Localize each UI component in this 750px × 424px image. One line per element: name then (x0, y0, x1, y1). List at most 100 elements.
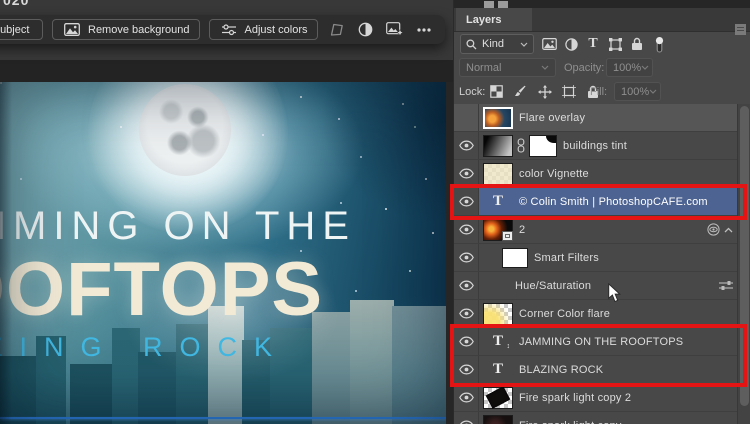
layer-name[interactable]: Flare overlay (519, 112, 585, 124)
layer-thumbnail[interactable] (483, 386, 513, 409)
lock-brush-icon[interactable] (511, 82, 530, 101)
remove-background-button[interactable]: Remove background (52, 19, 200, 40)
layer-row-body[interactable]: Corner Color flare (479, 300, 738, 327)
document-canvas[interactable]: JAMMING ON THE ROOFTOPS BLAZING ROCK (0, 82, 446, 424)
eye-icon (458, 308, 474, 319)
building (312, 312, 352, 424)
layer-thumbnail[interactable] (483, 106, 513, 129)
shape-filter-icon[interactable] (604, 34, 626, 54)
layer-thumbnail[interactable] (502, 247, 528, 268)
layer-name[interactable]: © Colin Smith | PhotoshopCAFE.com (519, 196, 708, 208)
layer-name[interactable]: buildings tint (563, 140, 627, 152)
layer-row-body[interactable]: color Vignette (479, 160, 738, 187)
opacity-select[interactable]: 100% (606, 58, 653, 77)
layer-row[interactable]: Fire spark light copy (454, 412, 738, 424)
eye-icon (458, 224, 474, 235)
layer-name[interactable]: Corner Color flare (519, 308, 610, 320)
visibility-toggle[interactable] (454, 244, 479, 271)
visibility-toggle[interactable] (454, 412, 479, 424)
chevron-down-icon (641, 65, 649, 70)
visibility-toggle[interactable] (454, 132, 479, 159)
panel-scrollbar[interactable] (737, 104, 750, 424)
visibility-toggle[interactable] (454, 300, 479, 327)
poster-subtitle: BLAZING ROCK (0, 332, 290, 362)
layer-row[interactable]: color Vignette (454, 160, 738, 188)
layer-row-body[interactable]: Fire spark light copy 2 (479, 384, 738, 411)
visibility-toggle[interactable] (454, 272, 479, 299)
poster-title-line2: ROOFTOPS (0, 247, 324, 332)
warp-icon[interactable] (327, 20, 347, 40)
layer-row[interactable]: Corner Color flare (454, 300, 738, 328)
mouse-cursor-icon (607, 283, 621, 303)
building (208, 306, 244, 424)
chevron-down-icon (520, 42, 528, 47)
layer-row-body[interactable]: Fire spark light copy (479, 412, 738, 424)
adjust-sliders-icon[interactable] (719, 280, 733, 291)
eye-icon (458, 168, 474, 179)
layer-row[interactable]: Flare overlay (454, 104, 738, 132)
more-options-icon[interactable] (414, 20, 434, 40)
layer-row-body[interactable]: 2 (479, 216, 738, 243)
lock-transparency-icon[interactable] (487, 82, 506, 101)
layer-row[interactable]: Hue/Saturation (454, 272, 738, 300)
smart-object-filter-icon[interactable] (626, 34, 648, 54)
contrast-icon[interactable] (356, 20, 376, 40)
visibility-toggle[interactable] (454, 104, 479, 131)
layer-row[interactable]: Fire spark light copy 2 (454, 384, 738, 412)
layer-name[interactable]: JAMMING ON THE ROOFTOPS (519, 336, 683, 348)
layer-row-body[interactable]: Smart Filters (479, 244, 738, 271)
lock-artboard-icon[interactable] (559, 82, 578, 101)
layer-row-body[interactable]: Flare overlay (479, 104, 738, 131)
layer-thumbnail[interactable] (483, 414, 513, 424)
layer-row[interactable]: T © Colin Smith | PhotoshopCAFE.com (454, 188, 738, 216)
layer-row[interactable]: Smart Filters (454, 244, 738, 272)
layer-row-body[interactable]: T ↕ JAMMING ON THE ROOFTOPS (479, 328, 738, 355)
visibility-toggle[interactable] (454, 160, 479, 187)
filter-kind-select[interactable]: Kind (460, 34, 534, 54)
adjust-colors-button[interactable]: Adjust colors (208, 19, 318, 40)
layer-row[interactable]: 2 (454, 216, 738, 244)
layer-thumbnail[interactable] (483, 134, 513, 157)
layer-row-body[interactable]: T © Colin Smith | PhotoshopCAFE.com (479, 188, 738, 215)
layer-name[interactable]: BLAZING ROCK (519, 364, 603, 376)
layer-name[interactable]: 2 (519, 224, 525, 236)
layer-name[interactable]: Fire spark light copy 2 (519, 392, 631, 404)
layer-row-body[interactable]: buildings tint (479, 132, 738, 159)
layer-name[interactable]: Smart Filters (534, 252, 599, 264)
link-icon[interactable] (517, 138, 525, 153)
chevron-down-icon (541, 65, 549, 70)
layer-row[interactable]: buildings tint (454, 132, 738, 160)
layer-thumbnail[interactable] (483, 218, 513, 241)
layer-name[interactable]: Hue/Saturation (515, 280, 591, 292)
select-subject-button[interactable]: subject (0, 19, 43, 40)
layer-row[interactable]: T ↕ JAMMING ON THE ROOFTOPS (454, 328, 738, 356)
blend-row: Normal Opacity: 100% (454, 57, 750, 78)
scrollbar-thumb[interactable] (740, 106, 749, 406)
visibility-toggle[interactable] (454, 328, 479, 355)
chevron-up-icon[interactable] (724, 227, 733, 233)
layer-row-body[interactable]: T BLAZING ROCK (479, 356, 738, 383)
lock-position-icon[interactable] (535, 82, 554, 101)
visibility-toggle[interactable] (454, 188, 479, 215)
filter-toggle-icon[interactable] (648, 34, 670, 54)
image-settings-icon[interactable] (385, 20, 405, 40)
fx-eye-icon[interactable] (707, 223, 720, 236)
visibility-toggle[interactable] (454, 384, 479, 411)
layer-mask-thumbnail[interactable] (529, 134, 557, 157)
image-filter-icon[interactable] (538, 34, 560, 54)
layer-name[interactable]: color Vignette (519, 168, 589, 180)
layer-row[interactable]: T BLAZING ROCK (454, 356, 738, 384)
type-filter-icon[interactable]: T (582, 34, 604, 54)
visibility-toggle[interactable] (454, 356, 479, 383)
adjustment-filter-icon[interactable] (560, 34, 582, 54)
layer-thumbnail[interactable] (483, 302, 513, 325)
select-subject-label: subject (0, 23, 30, 36)
layer-name[interactable]: Fire spark light copy (519, 420, 622, 424)
visibility-toggle[interactable] (454, 216, 479, 243)
layer-thumbnail[interactable] (483, 162, 513, 185)
contextual-taskbar: subject Remove background Adjust colors (0, 15, 445, 44)
blend-mode-select[interactable]: Normal (459, 58, 556, 77)
layers-tab[interactable]: Layers (456, 8, 532, 31)
fill-select[interactable]: 100% (614, 82, 661, 101)
